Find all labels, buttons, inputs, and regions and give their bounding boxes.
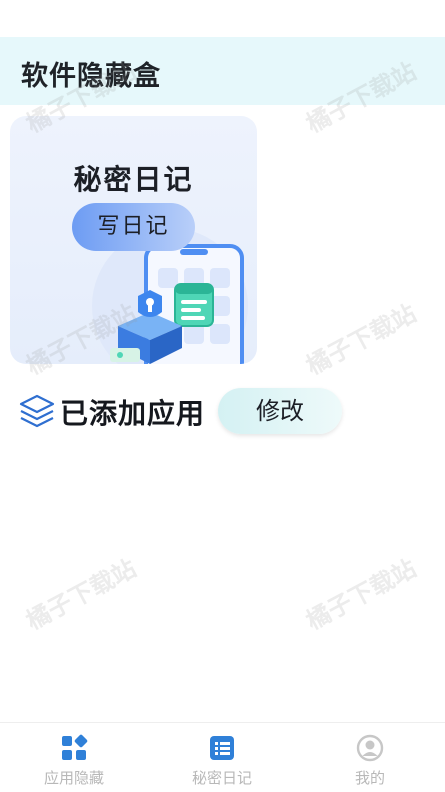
tab-label: 应用隐藏 xyxy=(43,769,104,787)
added-apps-header: 已添加应用 修改 xyxy=(18,388,438,434)
page-title: 软件隐藏盒 xyxy=(21,61,161,92)
user-icon xyxy=(356,734,384,762)
grid-icon xyxy=(62,734,88,760)
tab-label: 我的 xyxy=(354,769,385,787)
list-icon xyxy=(210,736,234,760)
added-apps-title: 已添加应用 xyxy=(60,397,206,430)
tab-profile[interactable]: 我的 xyxy=(296,723,444,792)
watermark: 橘子下载站 xyxy=(301,554,421,636)
write-diary-button[interactable]: 写日记 xyxy=(72,203,195,251)
tab-app-hide[interactable]: 应用隐藏 xyxy=(0,723,148,792)
tab-label: 秘密日记 xyxy=(191,769,252,787)
watermark: 橘子下载站 xyxy=(21,554,141,636)
secret-diary-card[interactable]: 秘密日记 写日记 xyxy=(10,116,257,364)
edit-button[interactable]: 修改 xyxy=(218,388,342,434)
layers-icon xyxy=(19,394,55,428)
diary-card-title: 秘密日记 xyxy=(73,163,194,196)
watermark: 橘子下载站 xyxy=(301,299,421,381)
bottom-tab-bar: 应用隐藏 秘密日记 我的 xyxy=(0,722,445,792)
app-header: 软件隐藏盒 xyxy=(0,37,445,105)
tab-secret-diary[interactable]: 秘密日记 xyxy=(148,723,296,792)
